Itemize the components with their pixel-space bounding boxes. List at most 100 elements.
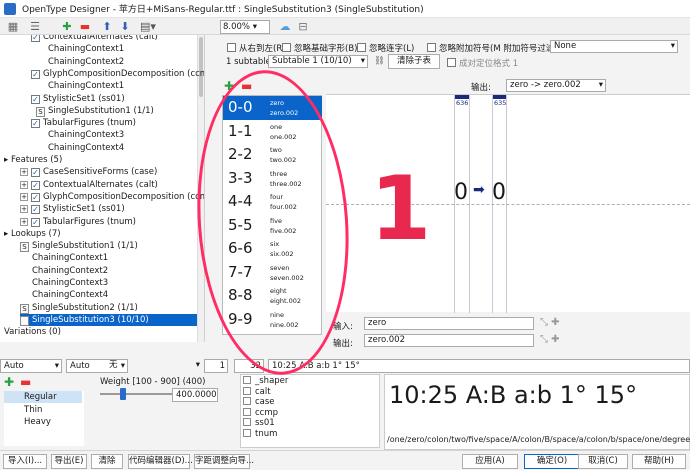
tree-item[interactable]: +✓ContextualAlternates (calt) [20,179,158,191]
expand-icon[interactable]: + [20,217,28,226]
feature-checklist[interactable]: _shaper calt case ccmp ss01 tnum [240,374,380,448]
feature-checkbox[interactable]: _shaper [243,376,288,386]
glyph-canvas[interactable]: 636 635 1 0 ➡ 0 [326,94,690,313]
title-bar: OpenType Designer - 苹方日+MiSans-Regular.t… [0,0,690,18]
kern-wizard-button[interactable]: 字距调整向导... [194,454,254,469]
style-list[interactable]: Regular Thin Heavy [4,391,84,446]
checkbox-icon[interactable]: ✓ [31,119,40,129]
apply-button[interactable]: 应用(A) [462,454,518,469]
input-field[interactable]: zero [364,317,534,330]
weight-label: Weight [100 - 900] (400) [100,377,206,387]
tree-item[interactable]: +✓StylisticSet1 (ss01) [20,93,125,105]
weight-value-field[interactable]: 400.0000 [172,388,218,402]
ok-button[interactable]: 确定(O) [524,454,580,469]
script-select[interactable]: Auto ▾ [0,359,62,373]
tree-item-label: ChainingContext1 [32,253,109,264]
checkbox-icon[interactable]: ✓ [31,180,40,190]
feature-checkbox[interactable]: tnum [243,429,277,439]
tree-item[interactable]: ▸ Lookups (7) [4,228,61,240]
tree-item[interactable]: +✓TabularFigures (tnum) [20,216,136,228]
expand-icon[interactable]: + [20,168,28,177]
feature-checkbox[interactable]: case [243,397,275,407]
weight-slider-thumb[interactable] [120,388,126,400]
tree-item[interactable]: ChainingContext3 [20,277,108,289]
expand-icon[interactable]: + [20,180,28,189]
link-icon[interactable]: ⛓ [374,56,385,66]
remove-style-icon[interactable]: ▬ [20,375,31,389]
style-item[interactable]: Regular [4,391,82,403]
view-dropdown-icon[interactable]: ▤▾ [140,20,156,33]
tree-item[interactable]: ▸ Features (5) [4,154,62,166]
code-editor-button[interactable]: 代码编辑器(D)... [128,454,193,469]
tree-item[interactable]: + ✓ CaseSensitiveForms (case) [20,166,157,178]
clear-subtable-button[interactable]: 清除子表 [388,54,440,69]
tree-item[interactable]: S SingleSubstitution2 (1/1) [20,302,138,314]
align-icon[interactable]: ⊟ [296,20,310,33]
checkbox-icon[interactable]: ✓ [31,168,40,178]
pair-format-checkbox[interactable]: 成对定位格式 1 [447,57,518,69]
move-down-icon[interactable]: ⬇ [118,20,132,33]
tree-item[interactable]: +✓TabularFigures (tnum) [20,117,136,129]
rtl-checkbox[interactable]: 从右到左(R) [227,42,286,54]
tree-item[interactable]: ChainingContext2 [20,265,108,277]
export-button[interactable]: 导出(E) [51,454,87,469]
subtable-select[interactable]: Subtable 1 (10/10) ▾ [268,55,368,68]
tree-item[interactable]: +✓ContextualAlternates (calt) [20,35,158,43]
add-style-icon[interactable]: ✚ [4,375,14,389]
feature-checkbox[interactable]: calt [243,386,271,397]
checkbox-icon[interactable]: ✓ [31,69,40,79]
tree-item-label: SingleSubstitution3 (10/10) [32,314,149,325]
tree-item[interactable]: ChainingContext1 [20,252,108,264]
ignore-ligature-checkbox[interactable]: 忽略连字(L) [357,42,414,54]
zoom-select[interactable]: 8.00% ▾ [220,20,270,34]
ignore-mark-checkbox[interactable]: 忽略附加符号(M 附加符号过滤集 [427,42,563,54]
feature-tree[interactable]: +✓ContextualAlternates (calt)ChainingCon… [0,35,205,342]
app-icon [4,2,16,15]
cancel-button[interactable]: 取消(C) [578,454,628,469]
remove-icon[interactable]: ▬ [78,20,92,33]
tree-item[interactable]: ChainingContext1 [36,80,124,92]
mark-filter-select[interactable]: None ▾ [550,40,678,53]
grid-icon[interactable]: ▦ [6,20,20,33]
tree-item[interactable]: +✓StylisticSet1 (ss01) [20,203,125,215]
group-arrow-icon[interactable]: ▸ [4,155,11,165]
list-icon[interactable]: ☰ [28,20,42,33]
checkbox-icon[interactable]: ✓ [31,192,40,202]
import-button[interactable]: 导入(I)... [3,454,47,469]
expand-icon[interactable]: + [20,205,28,214]
cloud-icon[interactable]: ☁ [278,20,292,33]
add-icon[interactable]: ✚ [60,20,74,33]
clear-button[interactable]: 清除 [91,454,123,469]
expand-icon[interactable]: + [20,192,28,201]
output-header-select[interactable]: zero -> zero.002 ▾ [506,79,606,92]
checkbox-icon[interactable]: ✓ [31,35,40,42]
expand-input-icon[interactable]: ⤡ ✚ [540,317,560,328]
move-up-icon[interactable]: ⬆ [100,20,114,33]
tree-item[interactable]: ChainingContext4 [36,142,124,154]
tree-item[interactable]: ChainingContext2 [36,56,124,68]
ignore-base-checkbox[interactable]: 忽略基础字形(B) [282,42,357,54]
tree-item[interactable]: ChainingContext4 [20,289,108,301]
tree-item[interactable]: Variations (0) [4,326,61,338]
tree-item[interactable]: S SingleSubstitution1 (1/1) [20,240,138,253]
sample-text-input[interactable]: 10:25 A:B a:b 1° 15° [268,359,690,373]
feature-checkbox[interactable]: ccmp [243,407,278,418]
group-arrow-icon[interactable]: ▸ [4,229,11,239]
tree-item[interactable]: S SingleSubstitution3 (10/10) [20,313,197,326]
feature-select[interactable]: 无 ▾ [106,359,202,373]
tree-item[interactable]: + ✓ GlyphCompositionDecomposition (ccmp) [20,191,204,203]
feature-checkbox[interactable]: ss01 [243,418,275,428]
tree-item[interactable]: +✓GlyphCompositionDecomposition (ccmp [20,68,204,80]
tree-item[interactable]: ChainingContext1 [36,43,124,55]
expand-output-icon[interactable]: ⤡ ✚ [540,334,560,345]
style-item[interactable]: Heavy [4,416,82,428]
help-button[interactable]: 帮助(H) [632,454,686,469]
count-stepper[interactable]: 1 [204,359,228,373]
output-field[interactable]: zero.002 [364,334,534,347]
tree-item[interactable]: ChainingContext3 [36,129,124,141]
checkbox-icon[interactable]: ✓ [31,94,40,104]
tree-item[interactable]: S SingleSubstitution1 (1/1) [36,105,154,117]
checkbox-icon[interactable]: ✓ [31,217,40,227]
checkbox-icon[interactable]: ✓ [31,205,40,215]
style-item[interactable]: Thin [4,404,82,416]
